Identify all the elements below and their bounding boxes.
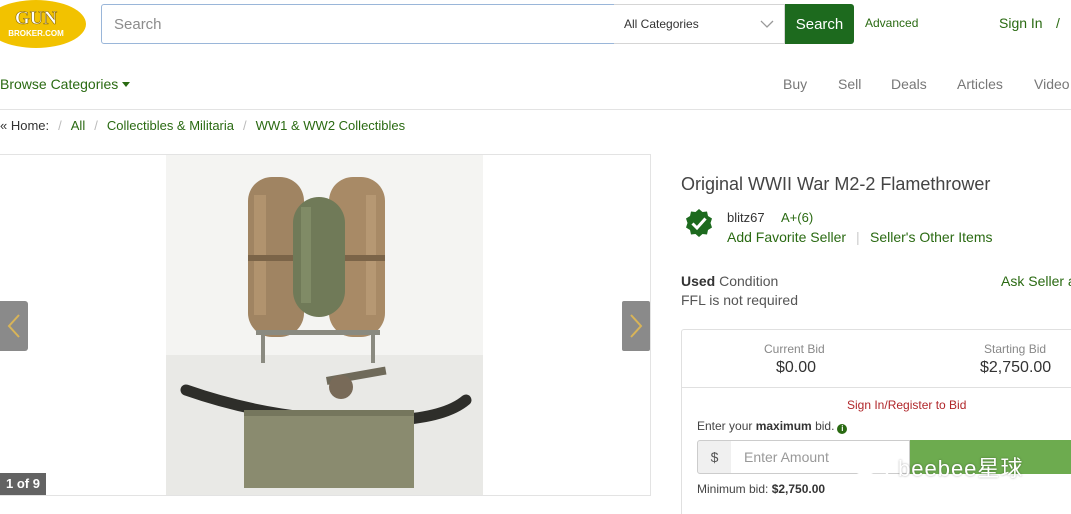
search-button[interactable]: Search [785,4,854,44]
item-title: Original WWII War M2-2 Flamethrower [681,174,991,194]
browse-categories-label: Browse Categories [0,76,119,92]
site-header: GUN BROKER.COM All Categories Search Adv… [0,0,1071,50]
watermark-text: beebee星球 [898,456,1024,481]
item-condition: Used Condition [681,273,778,289]
breadcrumb: « Home: / All / Collectibles & Militaria / WW1… [0,118,405,133]
min-bid-prefix: Minimum bid: [697,482,772,496]
minimum-bid-note: Minimum bid: $2,750.00 [697,482,825,496]
seller-rating[interactable]: A+(6) [781,210,813,225]
nav-link-deals[interactable]: Deals [891,76,927,92]
max-bid-bold: maximum [755,419,812,433]
sign-in-link[interactable]: Sign In [999,15,1043,31]
sellers-other-items-link[interactable]: Seller's Other Items [870,229,993,245]
nav-link-video[interactable]: Video [1034,76,1070,92]
watermark: beebee星球 [848,449,1022,483]
wechat-icon [850,451,889,480]
condition-value: Used [681,273,716,289]
starting-bid-value: $2,750.00 [980,359,1052,376]
search-input[interactable] [101,4,615,44]
condition-label: Condition [715,273,779,289]
breadcrumb-separator: / [243,118,247,133]
current-bid-value: $0.00 [776,359,817,376]
breadcrumb-all[interactable]: All [71,118,85,133]
breadcrumb-ww1-ww2[interactable]: WW1 & WW2 Collectibles [256,118,406,133]
header-divider-slash: / [1056,15,1060,31]
verified-seller-check-icon [686,209,712,237]
chevron-down-icon [760,20,774,28]
chevron-left-icon [7,314,20,338]
sign-in-register-to-bid-link[interactable]: Sign In/Register to Bid [847,398,966,412]
nav-link-articles[interactable]: Articles [957,76,1003,92]
link-divider: | [856,229,860,245]
svg-text:BROKER.COM: BROKER.COM [8,29,64,38]
info-icon[interactable]: i [837,424,848,434]
browse-categories-menu[interactable]: Browse Categories [0,76,131,92]
gunbroker-logo[interactable]: GUN BROKER.COM [0,0,86,48]
nav-link-buy[interactable]: Buy [783,76,807,92]
next-image-button[interactable] [622,301,650,351]
add-favorite-seller-link[interactable]: Add Favorite Seller [727,229,846,245]
min-bid-value: $2,750.00 [771,482,826,496]
max-bid-prefix: Enter your [697,419,756,433]
ask-seller-link[interactable]: Ask Seller a [1001,273,1071,289]
max-bid-suffix: bid. [811,419,835,433]
ffl-note: FFL is not required [681,292,798,308]
currency-prefix: $ [697,440,732,474]
category-select[interactable]: All Categories [614,4,785,44]
svg-text:GUN: GUN [15,8,58,29]
advanced-search-link[interactable]: Advanced [865,16,918,30]
breadcrumb-separator: / [58,118,62,133]
category-selected-label: All Categories [624,17,699,31]
image-gallery: 1 of 9 [0,154,651,496]
max-bid-instruction: Enter your maximum bid. i [697,419,848,434]
current-bid-label: Current Bid [764,342,825,356]
nav-link-sell[interactable]: Sell [838,76,861,92]
starting-bid-label: Starting Bid [984,342,1047,356]
main-nav: Browse Categories Buy Sell Deals Article… [0,50,1071,110]
prev-image-button[interactable] [0,301,28,351]
breadcrumb-separator: / [94,118,98,133]
bid-panel: Current Bid $0.00 Starting Bid $2,750.00… [681,329,1071,514]
breadcrumb-collectibles[interactable]: Collectibles & Militaria [107,118,234,133]
seller-name[interactable]: blitz67 [727,210,765,225]
chevron-right-icon [630,314,643,338]
product-photo[interactable] [166,155,483,495]
caret-down-icon [122,82,131,87]
image-counter: 1 of 9 [0,473,46,495]
bid-divider [682,387,1071,388]
breadcrumb-home[interactable]: « Home: [0,118,49,133]
